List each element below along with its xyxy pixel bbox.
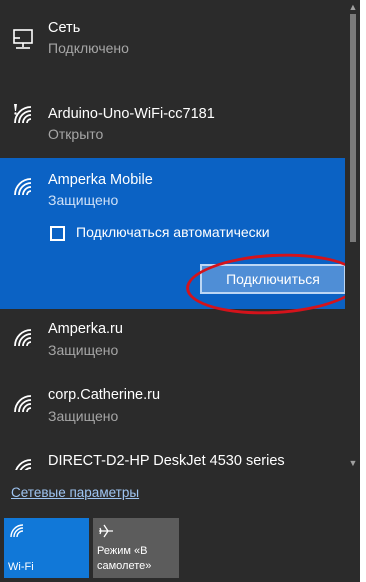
- network-status: Открыто: [48, 126, 104, 142]
- network-name: Сеть: [48, 20, 81, 36]
- network-name: Arduino-Uno-WiFi-cc7181: [48, 106, 215, 122]
- scroll-up-icon[interactable]: ▲: [346, 0, 360, 14]
- wifi-icon: [10, 391, 36, 417]
- wifi-open-icon: [10, 102, 36, 128]
- airplane-icon: [97, 522, 115, 540]
- network-icon: [10, 26, 36, 52]
- airplane-tile-label-line1: Режим «В: [97, 545, 148, 557]
- network-item-arduino[interactable]: Arduino-Uno-WiFi-cc7181 Открыто: [0, 92, 345, 158]
- wifi-tile[interactable]: Wi-Fi: [4, 518, 89, 578]
- wifi-tile-label: Wi-Fi: [8, 561, 34, 573]
- auto-connect-label[interactable]: Подключаться автоматически: [76, 224, 270, 240]
- network-status: Подключено: [48, 40, 129, 56]
- network-item-corp-catherine[interactable]: corp.Catherine.ru Защищено: [0, 375, 345, 441]
- network-name: DIRECT-D2-HP DeskJet 4530 series: [48, 453, 285, 469]
- wifi-icon: [10, 174, 36, 200]
- network-status: Защищено: [48, 192, 119, 208]
- network-item-amperka-mobile[interactable]: Amperka Mobile Защищено Подключаться авт…: [0, 158, 345, 319]
- wifi-icon: [8, 522, 26, 540]
- scrollbar[interactable]: ▲ ▼: [346, 0, 360, 470]
- scroll-down-icon[interactable]: ▼: [346, 456, 360, 470]
- network-list: Сеть Подключено Arduino-Uno-WiFi-cc7181 …: [0, 0, 345, 470]
- network-status: Защищено: [48, 342, 119, 358]
- network-item-amperka-ru[interactable]: Amperka.ru Защищено: [0, 309, 345, 375]
- wifi-icon: [10, 325, 36, 351]
- network-status: Защищено: [48, 408, 119, 424]
- network-name: Amperka Mobile: [48, 172, 153, 188]
- airplane-tile-label-line2: самолете»: [97, 560, 152, 572]
- network-settings-link[interactable]: Сетевые параметры: [11, 485, 139, 500]
- airplane-mode-tile[interactable]: Режим «В самолете»: [93, 518, 179, 578]
- network-name: Amperka.ru: [48, 321, 123, 337]
- network-item-direct-hp[interactable]: DIRECT-D2-HP DeskJet 4530 series: [0, 441, 345, 470]
- network-name: corp.Catherine.ru: [48, 387, 161, 403]
- wifi-icon: [10, 455, 36, 470]
- network-flyout: Сеть Подключено Arduino-Uno-WiFi-cc7181 …: [0, 0, 360, 582]
- auto-connect-checkbox[interactable]: [50, 226, 65, 241]
- network-item-ethernet[interactable]: Сеть Подключено: [0, 0, 345, 80]
- scrollbar-thumb[interactable]: [350, 14, 356, 242]
